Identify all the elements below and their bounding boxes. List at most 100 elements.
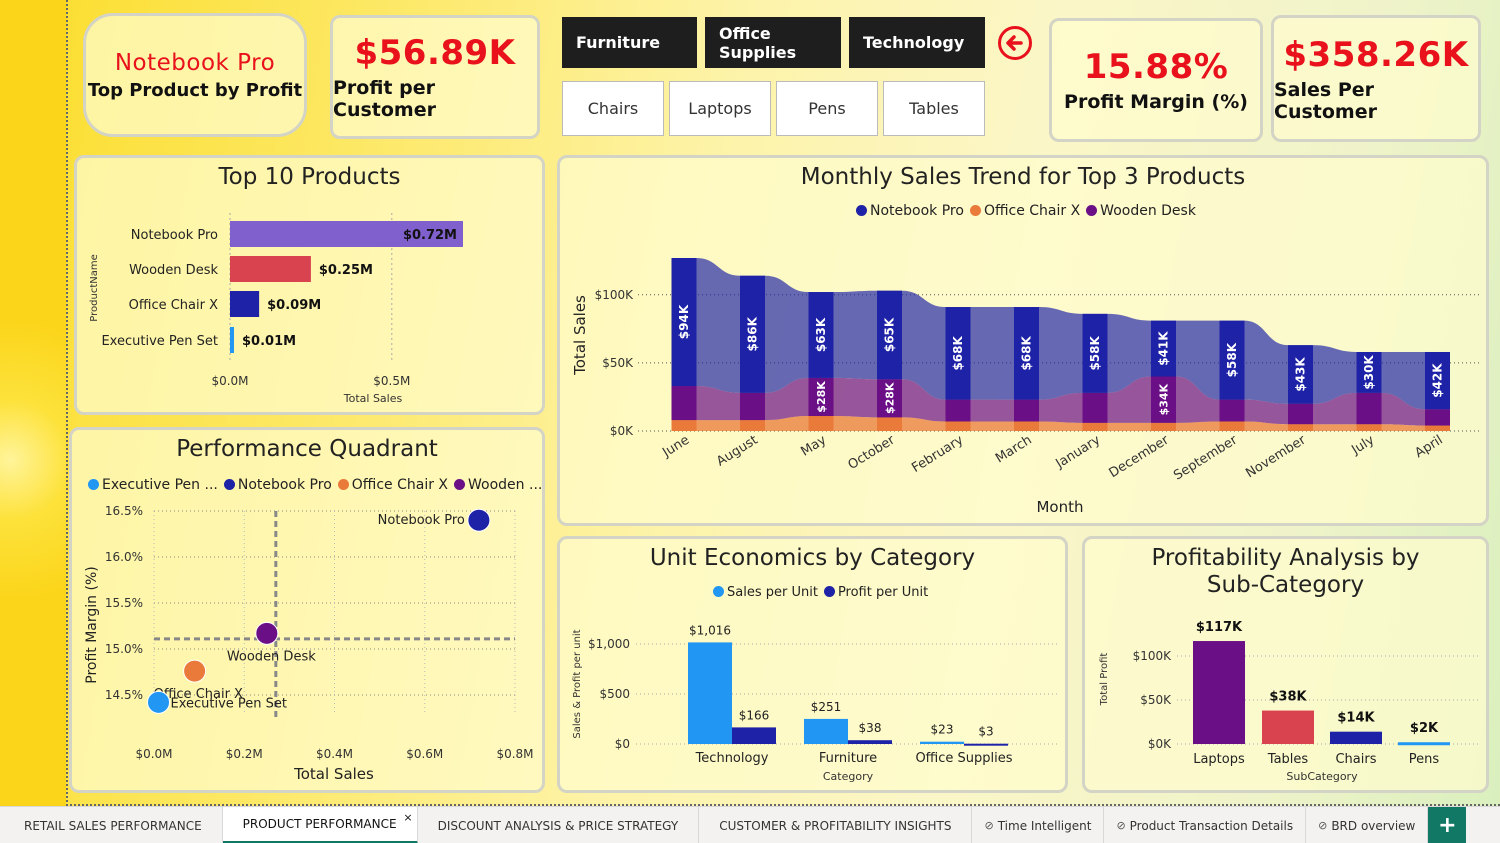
column-wooden-desk (740, 392, 765, 421)
add-page-button[interactable]: + (1428, 807, 1467, 843)
bar (1193, 641, 1245, 744)
column-office-chair (1288, 424, 1313, 431)
x-axis-title: Category (823, 770, 874, 783)
tick-label: $0.4M (316, 747, 353, 761)
data-label: $86K (746, 316, 760, 351)
data-label: $0.01M (242, 334, 296, 349)
tab-label: RETAIL SALES PERFORMANCE (24, 818, 202, 833)
bar (848, 740, 892, 744)
kpi-sales-per-customer-label: Sales Per Customer (1274, 78, 1377, 123)
point-label: Notebook Pro (378, 513, 465, 528)
category-label: Tables (1267, 752, 1309, 767)
page-tabs: RETAIL SALES PERFORMANCE PRODUCT PERFORM… (0, 806, 1500, 843)
slicer-subcategory-chairs[interactable]: Chairs (562, 81, 664, 136)
tick-label: $1,000 (588, 637, 630, 651)
top10-chart: Notebook Pro $0.72M Wooden Desk $0.25M Offic… (89, 213, 463, 405)
tick-label: $0.2M (226, 747, 263, 761)
tick-label: $0 (615, 737, 630, 751)
column-office-chair (1014, 421, 1039, 431)
column-wooden-desk (1014, 399, 1039, 422)
category-label: Laptops (1193, 752, 1245, 767)
hidden-page-icon: ⊘ (1116, 819, 1126, 832)
slicer-subcategory-pens[interactable]: Pens (776, 81, 878, 136)
tick-label: 16.5% (105, 504, 143, 518)
column-wooden-desk (945, 399, 971, 422)
y-axis-title: Total Sales (571, 295, 589, 376)
slicer-category-furniture[interactable]: Furniture (562, 17, 697, 68)
tab-retail-sales-performance[interactable]: RETAIL SALES PERFORMANCE (4, 807, 223, 843)
tick-label: $50K (1140, 693, 1172, 707)
category-label: Office Chair X (129, 298, 218, 313)
month-label: July (1348, 433, 1377, 459)
data-label: $0.09M (267, 298, 321, 313)
column-office-chair (877, 417, 902, 431)
kpi-profit-margin: 15.88% Profit Margin (%) (1049, 18, 1263, 142)
point (467, 508, 491, 532)
kpi-sales-per-customer-value: $358.26K (1283, 34, 1469, 75)
category-label: Pens (1409, 752, 1440, 767)
tab-label: Time Intelligent (997, 818, 1092, 833)
x-axis-title: SubCategory (1286, 770, 1358, 783)
tab-product-transaction-details[interactable]: ⊘ Product Transaction Details (1104, 807, 1307, 843)
column-office-chair (671, 420, 697, 431)
column-office-chair (1151, 422, 1176, 431)
slicer-subcategory-laptops[interactable]: Laptops (669, 81, 771, 136)
profitability-visual: Profitability Analysis by Sub-Category $… (1082, 536, 1489, 793)
tick-label: 14.5% (105, 688, 143, 702)
data-label: $14K (1337, 711, 1375, 726)
data-label: $3 (978, 725, 993, 739)
monthly-chart: $100K $50K $0K $94K June $86K August $63K $28K Ma… (571, 258, 1480, 516)
column-office-chair (740, 420, 765, 431)
point-label: Executive Pen Set (171, 696, 288, 711)
data-label: $38 (859, 721, 882, 735)
close-icon[interactable]: × (403, 811, 412, 824)
data-label: $63K (814, 317, 828, 352)
x-axis-title: Month (1036, 498, 1083, 516)
column-wooden-desk (1288, 403, 1313, 425)
data-label: $28K (884, 382, 897, 414)
category-label: Furniture (819, 751, 877, 766)
profitability-chart: $100K $50K $0K $117K Laptops $38K Tables $14K Ch… (1099, 620, 1480, 783)
bar (230, 256, 311, 282)
bar (804, 718, 848, 744)
data-label: $251 (811, 700, 842, 714)
data-label: $58K (1088, 335, 1102, 370)
column-office-chair (1082, 422, 1108, 431)
data-label: $0.25M (319, 263, 373, 278)
month-label: February (909, 433, 966, 476)
performance-quadrant-visual: Performance Quadrant Executive Pen ... N… (69, 427, 545, 793)
tab-label: DISCOUNT ANALYSIS & PRICE STRATEGY (437, 818, 679, 833)
kpi-top-product-label: Top Product by Profit (87, 79, 303, 101)
data-label: $58K (1225, 342, 1239, 377)
month-label: March (993, 433, 1035, 467)
category-label: Notebook Pro (131, 228, 218, 243)
data-label: $23 (931, 723, 954, 737)
kpi-sales-per-customer: $358.26K Sales Per Customer (1271, 15, 1481, 142)
slicer-category-technology[interactable]: Technology (849, 17, 985, 68)
tab-discount-analysis[interactable]: DISCOUNT ANALYSIS & PRICE STRATEGY (418, 807, 700, 843)
data-label: $38K (1269, 690, 1307, 705)
month-label: September (1171, 432, 1240, 483)
tick-label: $0K (1148, 737, 1172, 751)
category-label: Executive Pen Set (101, 334, 218, 349)
column-wooden-desk (1425, 409, 1450, 426)
tick-label: $0.8M (496, 747, 533, 761)
slicer-category-office-supplies[interactable]: Office Supplies (705, 17, 841, 68)
hidden-page-icon: ⊘ (984, 819, 994, 832)
month-label: August (714, 433, 761, 470)
bar (230, 291, 260, 317)
tab-customer-profitability[interactable]: CUSTOMER & PROFITABILITY INSIGHTS (699, 807, 973, 843)
data-label: $34K (1158, 383, 1171, 415)
tick-label: 15.0% (105, 642, 143, 656)
tab-brd-overview[interactable]: ⊘ BRD overview (1306, 807, 1429, 843)
bar (688, 642, 732, 744)
tab-time-intelligent[interactable]: ⊘ Time Intelligent (972, 807, 1105, 843)
point (255, 621, 279, 645)
column-office-chair (808, 416, 834, 431)
tick-label: $0.0M (211, 374, 248, 388)
tab-product-performance[interactable]: PRODUCT PERFORMANCE × (222, 807, 418, 843)
kpi-top-product: Notebook Pro Top Product by Profit (83, 13, 307, 137)
slicer-subcategory-tables[interactable]: Tables (883, 81, 985, 136)
data-label: $1,016 (689, 623, 731, 637)
back-arrow-icon[interactable] (998, 26, 1032, 60)
